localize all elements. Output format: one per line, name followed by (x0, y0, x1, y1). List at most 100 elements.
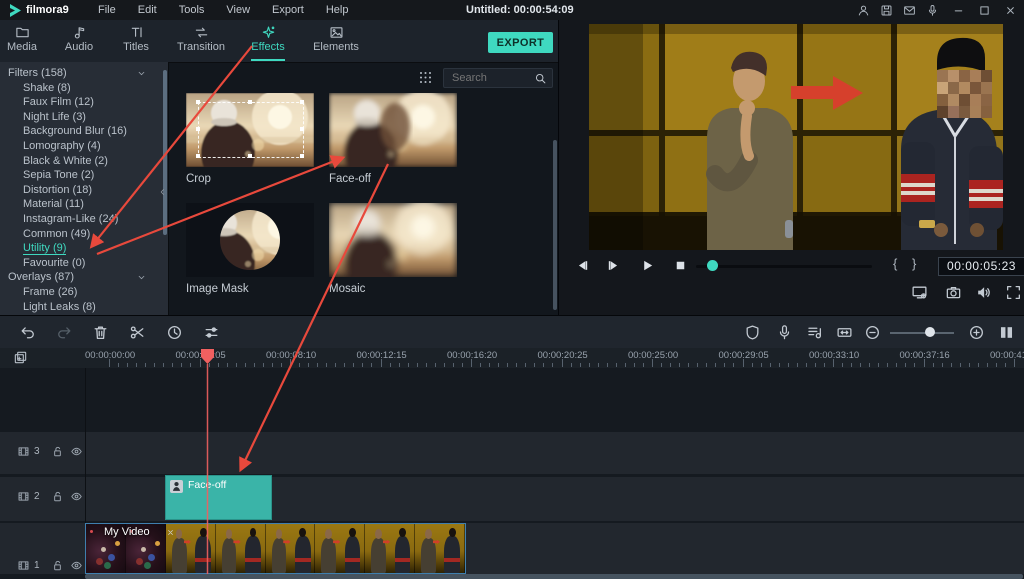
sidebar-item-lomography[interactable]: Lomography (4) (0, 139, 168, 154)
effect-card-mask[interactable]: Image Mask (186, 203, 314, 295)
sidebar-item-distortion[interactable]: Distortion (18) (0, 183, 168, 198)
track-lock-icon[interactable] (51, 490, 64, 503)
step-back-icon[interactable] (575, 258, 590, 273)
chevron-down-icon[interactable] (136, 68, 147, 79)
scrubber-knob[interactable] (707, 260, 718, 271)
ruler-tick (254, 363, 255, 367)
track-visibility-icon[interactable] (70, 490, 83, 503)
ruler-tick (390, 363, 391, 367)
scissors-icon[interactable] (129, 324, 146, 341)
app-logo-text: filmora9 (26, 4, 69, 16)
timeline-clip-myvideo[interactable]: My Video (85, 523, 466, 574)
effect-card-mosaic[interactable]: Mosaic (329, 203, 457, 295)
panels-icon[interactable] (998, 324, 1015, 341)
sidebar-item-label: Light Leaks (8) (23, 301, 96, 313)
sidebar-item-black-white[interactable]: Black & White (2) (0, 154, 168, 169)
timeline-ruler[interactable]: 00:00:00:0000:00:04:0500:00:08:1000:00:1… (0, 348, 1024, 368)
chevron-down-icon[interactable] (136, 272, 147, 283)
clock-icon[interactable] (166, 324, 183, 341)
search-box[interactable] (443, 68, 553, 88)
filmora-logo-icon (10, 4, 21, 17)
mark-out-button[interactable]: } (912, 256, 916, 271)
sidebar-item-light-leaks[interactable]: Light Leaks (8) (0, 300, 168, 315)
zoom-in-icon[interactable] (968, 324, 985, 341)
mic-icon[interactable] (776, 324, 793, 341)
search-icon[interactable] (534, 72, 547, 85)
tab-elements[interactable]: Elements (301, 23, 371, 61)
search-input[interactable] (444, 72, 534, 84)
sidebar-item-shake[interactable]: Shake (8) (0, 81, 168, 96)
tab-effects[interactable]: Effects (233, 23, 303, 61)
preview-timecode[interactable]: 00:00:05:23 (938, 257, 1024, 276)
menu-tools[interactable]: Tools (179, 4, 205, 16)
volume-icon[interactable] (975, 284, 992, 301)
clip-frame-talkshow (415, 524, 465, 573)
zoom-out-icon[interactable] (864, 324, 881, 341)
effect-card-crop[interactable]: Crop (186, 93, 314, 185)
fit-width-icon[interactable] (836, 324, 853, 341)
menu-view[interactable]: View (226, 4, 250, 16)
sidebar-scrollbar[interactable] (163, 70, 167, 235)
stop-icon[interactable] (673, 258, 688, 273)
grid-view-icon[interactable] (418, 70, 433, 85)
preview-scrubber[interactable] (696, 265, 872, 268)
save-icon[interactable] (880, 4, 893, 17)
timeline-zoom-slider[interactable] (890, 332, 954, 334)
sidebar-item-common[interactable]: Common (49) (0, 227, 168, 242)
sidebar-item-overlays[interactable]: Overlays (87) (0, 270, 168, 285)
fullscreen-icon[interactable] (1005, 284, 1022, 301)
snapshot-icon[interactable] (945, 284, 962, 301)
sidebar-item-night-life[interactable]: Night Life (3) (0, 110, 168, 125)
export-button[interactable]: EXPORT (488, 32, 553, 53)
sidebar-item-frame[interactable]: Frame (26) (0, 285, 168, 300)
track-visibility-icon[interactable] (70, 559, 83, 572)
timeline-zoom-knob[interactable] (925, 327, 935, 337)
mixer-icon[interactable] (806, 324, 823, 341)
ruler-tick (1014, 359, 1015, 367)
mark-in-button[interactable]: { (893, 256, 897, 271)
sidebar-item-utility[interactable]: Utility (9) (0, 241, 168, 256)
close-icon[interactable] (1004, 4, 1017, 17)
monitor-settings-icon[interactable] (911, 284, 928, 301)
manage-tracks-icon[interactable] (13, 350, 28, 365)
collapse-panel-icon[interactable] (157, 179, 168, 205)
mic-icon[interactable] (926, 4, 939, 17)
adjust-icon[interactable] (203, 324, 220, 341)
tab-transition[interactable]: Transition (166, 23, 236, 61)
clip-close-icon[interactable] (166, 528, 175, 537)
minimize-icon[interactable] (952, 4, 965, 17)
timeline-clip-faceoff[interactable]: Face-off (165, 475, 272, 520)
sidebar-item-faux-film[interactable]: Faux Film (12) (0, 95, 168, 110)
undo-icon[interactable] (19, 324, 36, 341)
trash-icon[interactable] (92, 324, 109, 341)
menu-export[interactable]: Export (272, 4, 304, 16)
step-forward-icon[interactable] (606, 258, 621, 273)
ruler-tick (489, 363, 490, 367)
clip-frame-talkshow (315, 524, 365, 573)
sidebar-item-background-blur[interactable]: Background Blur (16) (0, 124, 168, 139)
account-icon[interactable] (857, 4, 870, 17)
play-icon[interactable] (640, 258, 655, 273)
sidebar-item-material[interactable]: Material (11) (0, 197, 168, 212)
video-preview[interactable] (589, 24, 1003, 250)
effect-card-faceoff[interactable]: Face-off (329, 93, 457, 185)
maximize-icon[interactable] (978, 4, 991, 17)
timeline-horizontal-scrollbar[interactable] (85, 574, 1023, 579)
shield-icon[interactable] (744, 324, 761, 341)
redo-icon[interactable] (56, 324, 73, 341)
sidebar-item-filters[interactable]: Filters (158) (0, 66, 168, 81)
effects-scrollbar[interactable] (553, 140, 557, 310)
sidebar-item-sepia-tone[interactable]: Sepia Tone (2) (0, 168, 168, 183)
tab-titles[interactable]: Titles (101, 23, 171, 61)
menu-help[interactable]: Help (326, 4, 349, 16)
effect-thumbnail (186, 203, 314, 277)
menu-file[interactable]: File (98, 4, 116, 16)
track-lock-icon[interactable] (51, 559, 64, 572)
sidebar-item-favourite[interactable]: Favourite (0) (0, 256, 168, 271)
menu-edit[interactable]: Edit (138, 4, 157, 16)
sidebar-item-instagram-like[interactable]: Instagram-Like (24) (0, 212, 168, 227)
ruler-tick (426, 363, 427, 367)
track-visibility-icon[interactable] (70, 445, 83, 458)
track-lock-icon[interactable] (51, 445, 64, 458)
mail-icon[interactable] (903, 4, 916, 17)
